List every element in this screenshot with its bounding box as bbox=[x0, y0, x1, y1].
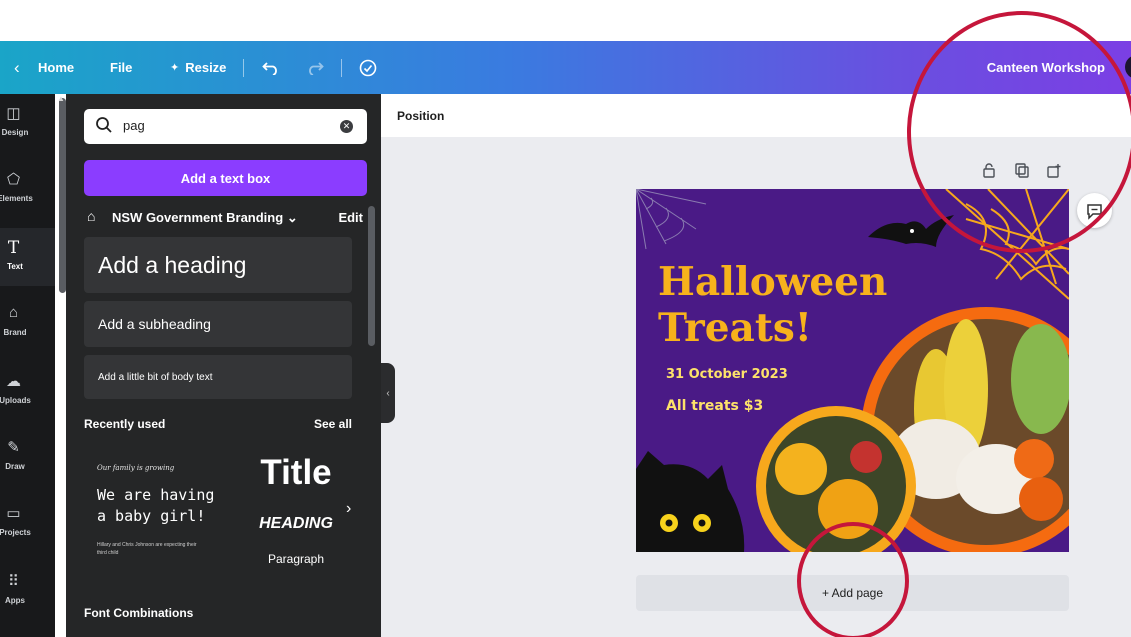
brand-kit-selector[interactable]: ⌂ NSW Government Branding ⌄ Edit bbox=[84, 206, 367, 230]
brand-kit-label: NSW Government Branding ⌄ bbox=[112, 210, 298, 226]
avatar[interactable] bbox=[1125, 55, 1131, 79]
combo-tiny-text: Hillary and Chris Johnson are expecting … bbox=[97, 542, 197, 556]
add-text-box-button[interactable]: Add a text box bbox=[84, 160, 367, 196]
font-combo-card[interactable]: Our family is growing We are having a ba… bbox=[84, 449, 224, 589]
brand-kit-name: NSW Government Branding bbox=[112, 210, 284, 225]
poster-title-line2: Treats! bbox=[658, 305, 812, 351]
add-body-text-button[interactable]: Add a little bit of body text bbox=[84, 355, 352, 399]
annotation-circle bbox=[797, 522, 909, 637]
brand-icon: ⌂ bbox=[87, 208, 96, 224]
toolbar-divider bbox=[243, 59, 244, 77]
add-subheading-button[interactable]: Add a subheading bbox=[84, 301, 352, 347]
poster-title-line1: Halloween bbox=[658, 259, 887, 305]
rail-label: Draw bbox=[5, 462, 25, 471]
rail-label: Uploads bbox=[0, 396, 31, 405]
combo-small-text: Our family is growing bbox=[97, 464, 175, 472]
app-root: ‹ Home File ✦ Resize Canteen Workshop ◫ … bbox=[0, 0, 1131, 637]
apps-grid-icon: ⠿ bbox=[8, 573, 19, 590]
rail-label: Brand bbox=[3, 328, 27, 337]
resize-label: Resize bbox=[185, 60, 227, 75]
combo-main-text: We are having a baby girl! bbox=[97, 485, 214, 527]
sparkle-icon: ✦ bbox=[170, 62, 180, 74]
pen-icon: ✎ bbox=[7, 439, 20, 456]
rail-label: Text bbox=[7, 262, 23, 271]
combo-paragraph-text: Paragraph bbox=[267, 552, 325, 566]
panel-scrollbar[interactable] bbox=[368, 206, 375, 346]
rail-label: Projects bbox=[0, 528, 31, 537]
layout-icon: ◫ bbox=[6, 105, 21, 122]
home-button[interactable]: Home bbox=[38, 41, 74, 94]
rail-item-uploads[interactable]: ☁ Uploads bbox=[0, 362, 55, 420]
combo-title-text: Title bbox=[260, 453, 332, 492]
rail-item-text[interactable]: T Text bbox=[0, 228, 55, 286]
rail-item-draw[interactable]: ✎ Draw bbox=[0, 428, 55, 486]
combo-line: a baby girl! bbox=[97, 507, 206, 525]
text-panel: pag ✕ Add a text box ⌂ NSW Government Br… bbox=[66, 94, 381, 637]
search-icon bbox=[96, 117, 112, 133]
search-input[interactable]: pag ✕ bbox=[84, 109, 367, 144]
toolbar-divider bbox=[341, 59, 342, 77]
rail-label: Design bbox=[1, 128, 29, 137]
back-chevron-icon[interactable]: ‹ bbox=[14, 41, 20, 94]
upload-cloud-icon: ☁ bbox=[6, 373, 21, 390]
brand-edit-button[interactable]: Edit bbox=[338, 210, 363, 225]
add-heading-button[interactable]: Add a heading bbox=[84, 237, 352, 293]
rail-item-brand[interactable]: ⌂ Brand bbox=[0, 294, 55, 352]
undo-icon[interactable] bbox=[262, 41, 280, 94]
recently-used-header: Recently used See all bbox=[84, 417, 352, 431]
rail-label: Elements bbox=[0, 194, 33, 203]
poster-price: All treats $3 bbox=[666, 398, 763, 414]
file-menu-button[interactable]: File bbox=[110, 41, 132, 94]
font-combo-card[interactable]: Title HEADING Paragraph bbox=[241, 449, 351, 589]
resize-button[interactable]: ✦ Resize bbox=[170, 41, 226, 94]
text-icon: T bbox=[7, 238, 20, 258]
position-button[interactable]: Position bbox=[397, 109, 444, 123]
rail-label: Apps bbox=[5, 596, 25, 605]
left-rail: ◫ Design ⬠ Elements T Text ⌂ Brand ☁ Upl… bbox=[0, 94, 55, 637]
chevron-right-icon[interactable]: › bbox=[346, 500, 351, 518]
redo-icon[interactable] bbox=[306, 41, 324, 94]
rail-item-elements[interactable]: ⬠ Elements bbox=[0, 160, 55, 218]
brand-icon: ⌂ bbox=[8, 304, 19, 321]
cloud-sync-icon[interactable] bbox=[358, 41, 378, 94]
recently-used-label: Recently used bbox=[84, 417, 166, 431]
chevron-down-icon: ⌄ bbox=[286, 210, 298, 225]
poster-date: 31 October 2023 bbox=[666, 367, 788, 382]
folder-icon: ▭ bbox=[6, 505, 21, 522]
rail-item-apps[interactable]: ⠿ Apps bbox=[0, 562, 55, 620]
see-all-link[interactable]: See all bbox=[314, 417, 352, 431]
rail-item-projects[interactable]: ▭ Projects bbox=[0, 494, 55, 552]
rail-scrollbar[interactable] bbox=[59, 98, 66, 293]
search-value[interactable]: pag bbox=[123, 118, 145, 133]
shapes-icon: ⬠ bbox=[6, 171, 21, 188]
annotation-circle bbox=[907, 11, 1131, 253]
collapse-panel-button[interactable]: ‹ bbox=[381, 363, 395, 423]
combo-heading-text: HEADING bbox=[259, 515, 333, 532]
clear-icon[interactable]: ✕ bbox=[340, 120, 353, 133]
font-combinations-header: Font Combinations bbox=[84, 606, 194, 620]
chevron-left-icon: ‹ bbox=[386, 387, 390, 399]
rail-item-design[interactable]: ◫ Design bbox=[0, 94, 55, 152]
combo-line: We are having bbox=[97, 486, 215, 504]
